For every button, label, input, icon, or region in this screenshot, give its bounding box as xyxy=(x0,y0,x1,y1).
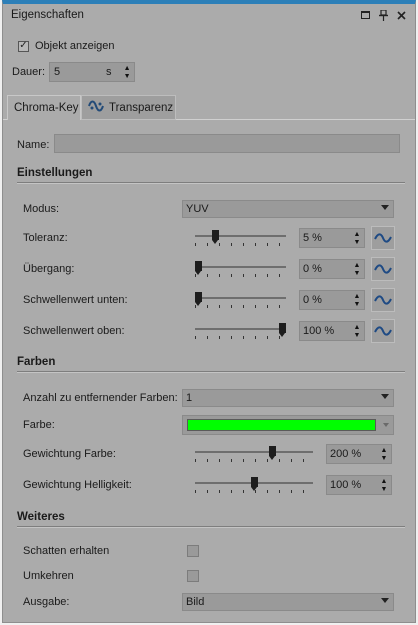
mode-select[interactable]: YUV xyxy=(182,200,394,218)
tolerance-input[interactable]: 5 % ▲ ▼ xyxy=(299,228,365,248)
weight-color-slider-thumb[interactable] xyxy=(269,446,276,460)
section-more-divider xyxy=(17,526,405,528)
tolerance-slider-thumb[interactable] xyxy=(212,230,219,244)
curve-icon xyxy=(374,264,392,274)
weight-color-value: 200 % xyxy=(330,448,362,460)
transition-slider-thumb[interactable] xyxy=(195,261,202,275)
threshold-high-value: 100 % xyxy=(303,325,335,337)
window-icon[interactable] xyxy=(360,10,371,21)
keep-shadow-checkbox[interactable] xyxy=(187,545,199,557)
invert-label: Umkehren xyxy=(23,570,74,582)
duration-stepper[interactable]: ▲ ▼ xyxy=(121,63,133,83)
output-value: Bild xyxy=(186,596,205,608)
transition-slider[interactable] xyxy=(195,261,286,279)
name-label: Name: xyxy=(17,139,50,151)
mode-label: Modus: xyxy=(23,203,60,215)
color-picker[interactable] xyxy=(182,415,394,435)
tolerance-value: 5 % xyxy=(303,232,322,244)
panel-title: Eigenschaften xyxy=(11,9,84,21)
tab-bar: Chroma-Key Transparenz xyxy=(3,93,415,120)
transparency-icon xyxy=(88,99,104,116)
threshold-high-input[interactable]: 100 % ▲ ▼ xyxy=(299,321,365,341)
panel-titlebar: Eigenschaften xyxy=(3,4,415,26)
threshold-low-input[interactable]: 0 % ▲ ▼ xyxy=(299,290,365,310)
close-icon[interactable] xyxy=(396,10,407,21)
tab-transparenz-label: Transparenz xyxy=(109,101,174,114)
show-object-row[interactable]: ✓ Objekt anzeigen xyxy=(18,40,115,52)
threshold-low-label: Schwellenwert unten: xyxy=(23,294,128,306)
tolerance-slider[interactable] xyxy=(195,230,286,248)
duration-label: Dauer: xyxy=(12,66,46,78)
weight-brightness-label: Gewichtung Helligkeit: xyxy=(23,479,132,491)
transition-curve-button[interactable] xyxy=(371,257,395,281)
pin-icon[interactable] xyxy=(378,9,389,21)
name-input[interactable] xyxy=(54,134,400,153)
threshold-high-curve-button[interactable] xyxy=(371,319,395,343)
chevron-down-icon xyxy=(381,394,389,399)
mode-value: YUV xyxy=(186,203,209,215)
curve-icon xyxy=(374,326,392,336)
weight-brightness-input[interactable]: 100 % ▲ ▼ xyxy=(326,475,392,495)
chevron-down-icon xyxy=(383,423,389,427)
output-select[interactable]: Bild xyxy=(182,593,394,611)
threshold-high-slider-thumb[interactable] xyxy=(279,323,286,337)
threshold-low-slider-thumb[interactable] xyxy=(195,292,202,306)
section-colors-divider xyxy=(17,371,405,373)
transition-label: Übergang: xyxy=(23,263,75,275)
tab-chroma-key[interactable]: Chroma-Key xyxy=(7,95,81,120)
tolerance-curve-button[interactable] xyxy=(371,226,395,250)
weight-color-label: Gewichtung Farbe: xyxy=(23,448,116,460)
threshold-low-curve-button[interactable] xyxy=(371,288,395,312)
threshold-low-value: 0 % xyxy=(303,294,322,306)
threshold-low-stepper[interactable]: ▲ ▼ xyxy=(351,291,363,311)
invert-checkbox[interactable] xyxy=(187,570,199,582)
color-label: Farbe: xyxy=(23,419,55,431)
color-count-value: 1 xyxy=(186,392,193,404)
tolerance-label: Toleranz: xyxy=(23,232,68,244)
section-settings-title: Einstellungen xyxy=(17,167,93,179)
color-count-select[interactable]: 1 xyxy=(182,389,394,407)
show-object-label: Objekt anzeigen xyxy=(35,40,115,52)
threshold-low-slider[interactable] xyxy=(195,292,286,310)
duration-input[interactable]: 5 s ▲ ▼ xyxy=(49,62,136,83)
transition-input[interactable]: 0 % ▲ ▼ xyxy=(299,259,365,279)
section-colors-title: Farben xyxy=(17,356,56,368)
color-count-label: Anzahl zu entfernender Farben: xyxy=(23,392,178,404)
weight-brightness-slider[interactable] xyxy=(195,477,313,495)
tab-transparenz[interactable]: Transparenz xyxy=(81,95,176,120)
weight-brightness-stepper[interactable]: ▲ ▼ xyxy=(378,476,390,496)
transition-value: 0 % xyxy=(303,263,322,275)
chevron-down-icon xyxy=(381,205,389,210)
section-more-title: Weiteres xyxy=(17,511,65,523)
properties-panel: Eigenschaften ✓ Objekt anzeigen Dauer: 5… xyxy=(2,0,416,623)
weight-brightness-value: 100 % xyxy=(330,479,362,491)
threshold-high-slider[interactable] xyxy=(195,323,286,341)
duration-row: Dauer: 5 s ▲ ▼ xyxy=(12,62,136,83)
tab-chroma-key-label: Chroma-Key xyxy=(14,102,79,114)
weight-brightness-slider-thumb[interactable] xyxy=(251,477,258,491)
section-settings-divider xyxy=(17,182,405,184)
tolerance-stepper[interactable]: ▲ ▼ xyxy=(351,229,363,249)
duration-value: 5 xyxy=(54,66,61,78)
threshold-high-stepper[interactable]: ▲ ▼ xyxy=(351,322,363,342)
show-object-checkbox[interactable]: ✓ xyxy=(18,40,29,52)
output-label: Ausgabe: xyxy=(23,596,70,608)
transition-stepper[interactable]: ▲ ▼ xyxy=(351,260,363,280)
chevron-down-icon xyxy=(381,598,389,603)
color-swatch xyxy=(187,419,376,431)
curve-icon xyxy=(374,295,392,305)
keep-shadow-label: Schatten erhalten xyxy=(23,545,110,557)
weight-color-input[interactable]: 200 % ▲ ▼ xyxy=(326,444,392,464)
weight-color-slider[interactable] xyxy=(195,446,313,464)
curve-icon xyxy=(374,233,392,243)
weight-color-stepper[interactable]: ▲ ▼ xyxy=(378,445,390,465)
threshold-high-label: Schwellenwert oben: xyxy=(23,325,125,337)
duration-unit: s xyxy=(106,66,112,78)
